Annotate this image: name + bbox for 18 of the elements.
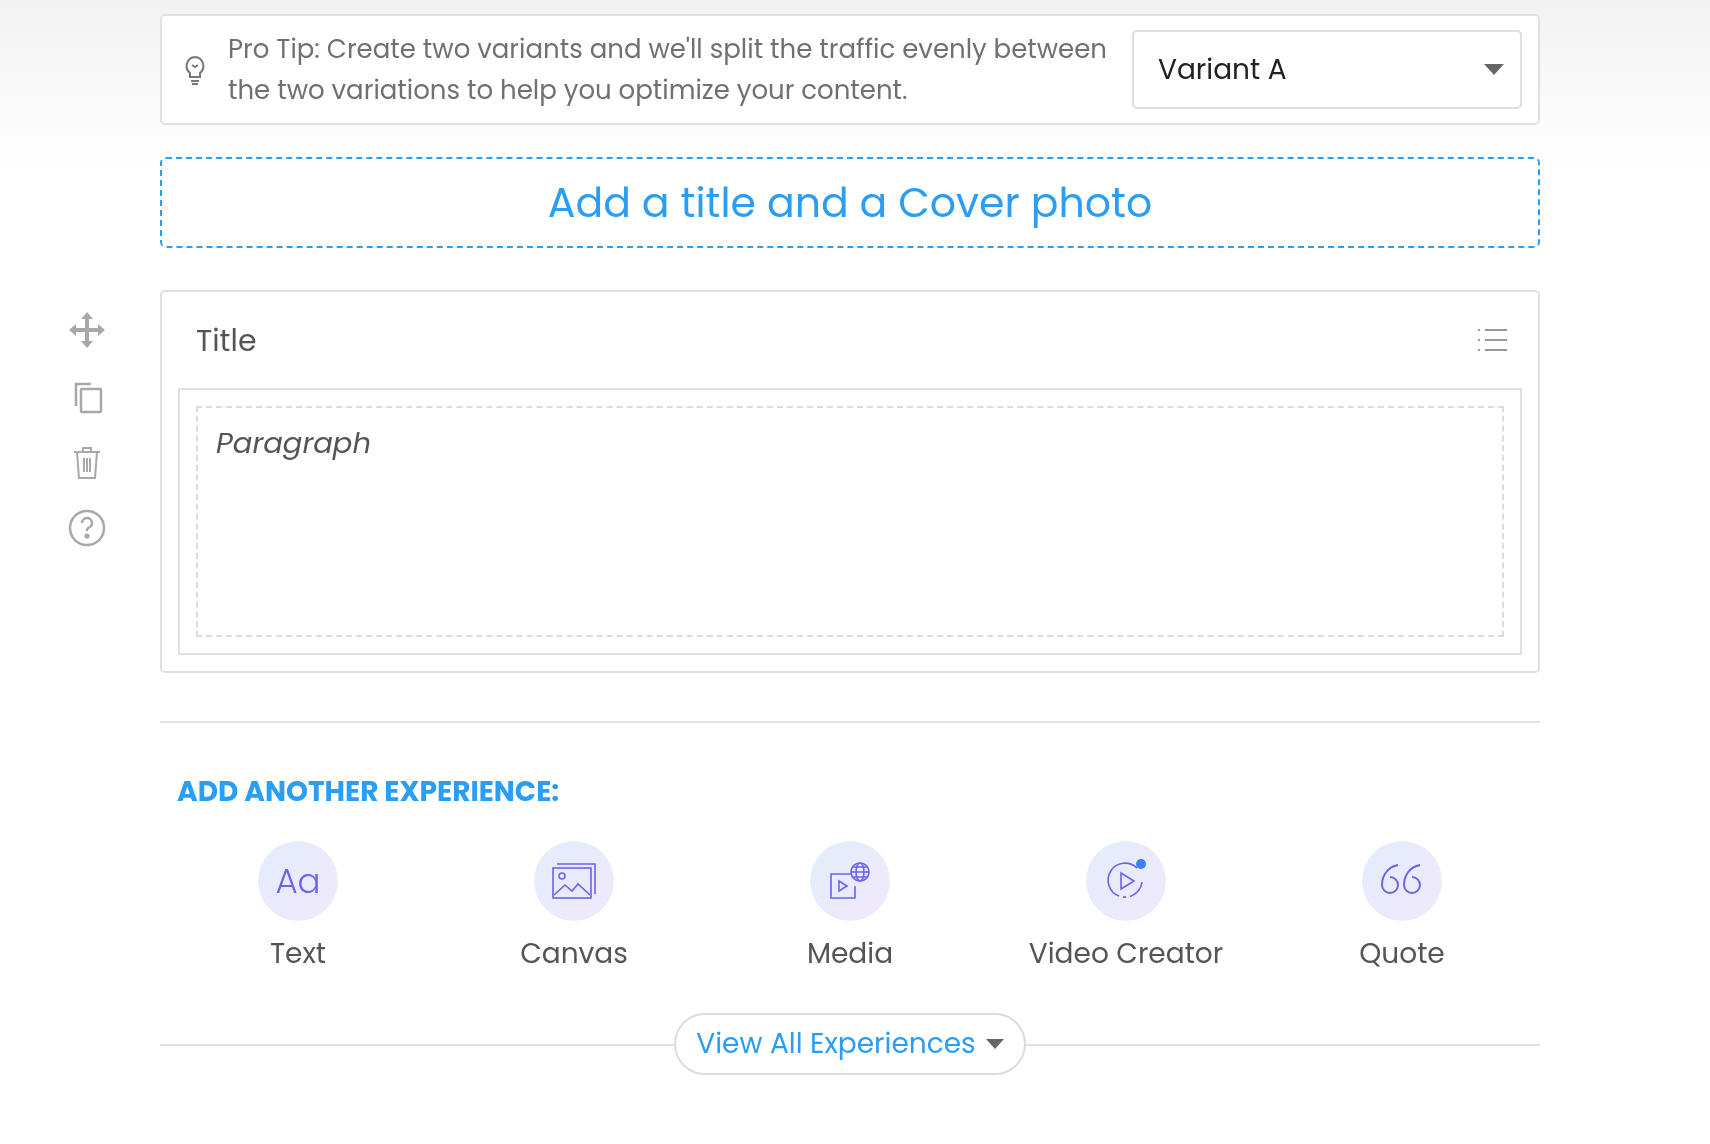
variant-dropdown[interactable]: Variant A <box>1132 30 1522 109</box>
media-globe-icon <box>827 860 873 902</box>
move-icon[interactable] <box>67 310 107 350</box>
caret-down-icon <box>1484 63 1504 76</box>
text-style-icon: Aa <box>275 864 321 898</box>
experience-option[interactable]: Quote <box>1264 841 1540 975</box>
help-icon[interactable] <box>67 508 107 548</box>
caret-down-icon <box>985 1038 1004 1050</box>
image-icon <box>551 861 597 901</box>
experience-option[interactable]: Aa Text <box>160 841 436 975</box>
section-heading: ADD ANOTHER EXPERIENCE: <box>177 771 561 813</box>
experience-option[interactable]: Video Creator <box>988 841 1264 975</box>
list-icon[interactable] <box>1476 327 1508 353</box>
pro-tip-text: Pro Tip: Create two variants and we'll split the traffic evenly between the two variations to help you optimize your content. <box>228 29 1108 110</box>
experience-option[interactable]: Media <box>712 841 988 975</box>
paragraph-field[interactable]: Paragraph <box>196 406 1504 637</box>
title-field[interactable]: Title <box>196 317 257 363</box>
experience-option[interactable]: Canvas <box>436 841 712 975</box>
